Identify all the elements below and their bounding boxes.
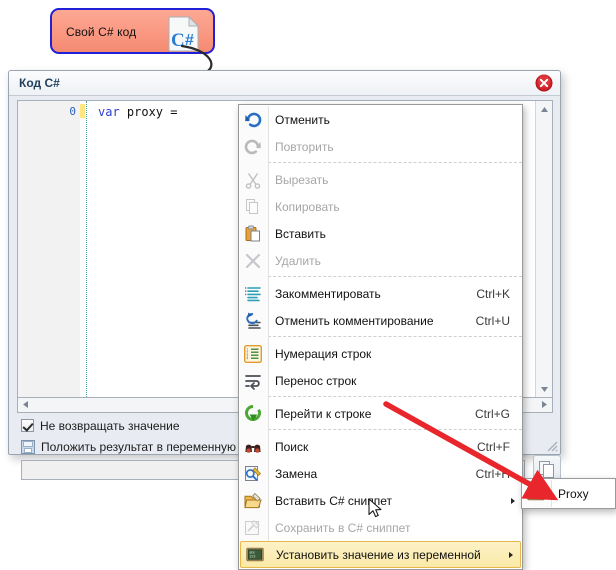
menu-item-label: Вставить C# сниппет — [275, 493, 392, 508]
comment-lines-icon — [243, 284, 263, 304]
menu-item-shortcut: Ctrl+U — [475, 313, 510, 328]
dialog-title-bar[interactable]: Код C# — [9, 71, 560, 96]
menu-item-7[interactable]: Закомментировать Ctrl+K — [239, 280, 522, 307]
submenu-item-label: Proxy — [558, 486, 589, 501]
menu-item-8[interactable]: Отменить комментирование Ctrl+U — [239, 307, 522, 334]
find-icon — [243, 437, 263, 457]
variable-submenu[interactable]: abc 123 Proxy — [521, 478, 616, 509]
submenu-items: abc 123 Proxy — [522, 480, 615, 507]
menu-item-12[interactable]: Поиск Ctrl+F — [239, 433, 522, 460]
scroll-down-arrow[interactable] — [536, 381, 552, 397]
close-icon[interactable] — [535, 74, 553, 92]
checkbox-no-return-value[interactable]: Не возвращать значение — [21, 419, 180, 433]
menu-item-2: Повторить — [239, 133, 522, 160]
line-number: 0 — [69, 105, 76, 118]
menu-item-10[interactable]: Перенос строк — [239, 367, 522, 394]
diagram-node-label: Свой C# код — [66, 25, 137, 39]
menu-separator — [268, 162, 522, 164]
svg-text:4: 4 — [246, 356, 248, 360]
checkbox-label: Не возвращать значение — [40, 419, 180, 433]
undo-icon — [243, 110, 263, 130]
menu-item-9[interactable]: 1 2 3 4 Нумерация строк — [239, 340, 522, 367]
menu-item-shortcut: Ctrl+K — [476, 286, 510, 301]
menu-item-label: Вырезать — [275, 172, 329, 187]
editor-caret-highlight — [80, 104, 85, 118]
menu-item-label: Нумерация строк — [275, 346, 372, 361]
menu-item-label: Сохранить в C# сниппет — [275, 520, 411, 535]
menu-item-15: Сохранить в C# сниппет — [239, 514, 522, 541]
menu-item-1[interactable]: Отменить — [239, 106, 522, 133]
scroll-up-arrow[interactable] — [536, 101, 552, 117]
submenu-arrow-icon — [511, 497, 515, 504]
copy-icon — [243, 197, 263, 217]
menu-separator — [268, 336, 522, 338]
variable-box-icon[interactable] — [21, 440, 35, 454]
paste-icon — [243, 224, 263, 244]
checkbox-box[interactable] — [21, 419, 34, 432]
menu-item-label: Удалить — [275, 253, 321, 268]
line-numbers-icon: 1234 — [243, 344, 263, 364]
editor-gutter: 0 — [18, 101, 80, 397]
delete-icon — [243, 251, 263, 271]
menu-item-label: Вставить — [275, 226, 326, 241]
replace-icon — [243, 464, 263, 484]
set-value-from-variable-icon: abc 123 — [245, 545, 265, 565]
editor-vertical-scrollbar[interactable] — [535, 101, 552, 397]
menu-item-5[interactable]: Вставить — [239, 220, 522, 247]
scroll-right-arrow[interactable] — [537, 398, 552, 411]
menu-item-label: Копировать — [275, 199, 340, 214]
menu-item-shortcut: Ctrl+G — [474, 406, 510, 421]
menu-item-label: Повторить — [275, 139, 334, 154]
menu-item-4: Копировать — [239, 193, 522, 220]
menu-item-3: Вырезать — [239, 166, 522, 193]
menu-item-label: Отменить — [275, 112, 330, 127]
submenu-item-1[interactable]: abc 123 Proxy — [522, 480, 615, 507]
menu-item-label: Закомментировать — [275, 286, 381, 301]
checkbox-put-result-in-variable[interactable]: Положить результат в переменную — [21, 440, 236, 454]
menu-item-11[interactable]: Перейти к строке Ctrl+G — [239, 400, 522, 427]
context-menu[interactable]: Отменить Повторить Вырезать Копировать Встав… — [238, 104, 523, 570]
context-menu-items: Отменить Повторить Вырезать Копировать Встав… — [239, 106, 522, 568]
cut-icon — [243, 170, 263, 190]
menu-item-shortcut: Ctrl+F — [477, 439, 510, 454]
scroll-left-arrow[interactable] — [18, 398, 33, 411]
svg-text:123: 123 — [530, 493, 536, 497]
save-snippet-icon — [243, 518, 263, 538]
menu-separator — [268, 396, 522, 398]
word-wrap-icon — [243, 371, 263, 391]
menu-item-shortcut: Ctrl+H — [475, 466, 510, 481]
code-keyword: var — [98, 105, 120, 119]
insert-snippet-icon — [243, 491, 263, 511]
menu-item-label: Замена — [275, 466, 318, 481]
menu-item-label: Поиск — [275, 439, 309, 454]
goto-line-icon — [243, 404, 263, 424]
redo-icon — [243, 137, 263, 157]
editor-indent-guide — [86, 101, 87, 397]
menu-item-6: Удалить — [239, 247, 522, 274]
menu-item-14[interactable]: Вставить C# сниппет — [239, 487, 522, 514]
resize-grip-icon[interactable] — [545, 439, 558, 452]
code-rest: proxy = — [119, 105, 185, 119]
menu-item-label: Отменить комментирование — [275, 313, 434, 328]
page-title: Код C# — [19, 76, 60, 90]
menu-item-label: Перейти к строке — [275, 406, 372, 421]
menu-separator — [268, 276, 522, 278]
submenu-arrow-icon — [509, 551, 513, 558]
menu-item-label: Перенос строк — [275, 373, 357, 388]
svg-text:123: 123 — [249, 554, 255, 558]
variable-icon: abc 123 — [526, 484, 546, 504]
menu-separator — [268, 429, 522, 431]
menu-item-13[interactable]: Замена Ctrl+H — [239, 460, 522, 487]
uncomment-lines-icon — [243, 311, 263, 331]
menu-item-16[interactable]: abc 123 Установить значение из переменной — [240, 541, 521, 568]
code-text-line: var proxy = — [98, 105, 185, 119]
menu-item-label: Установить значение из переменной — [276, 547, 481, 562]
checkbox-label: Положить результат в переменную — [41, 440, 237, 454]
